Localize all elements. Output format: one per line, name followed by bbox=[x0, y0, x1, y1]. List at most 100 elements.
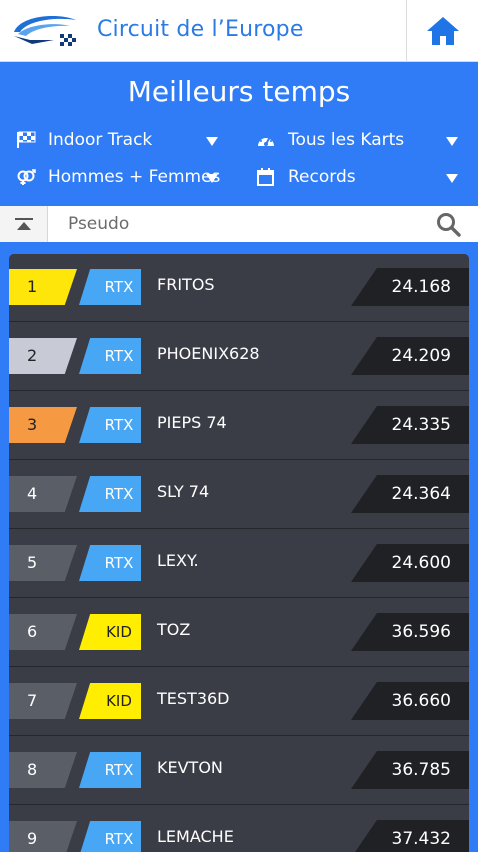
kart-type: RTX bbox=[104, 278, 134, 296]
chevron-down-icon bbox=[206, 174, 218, 183]
rank-number: 3 bbox=[27, 415, 38, 434]
filter-gender-label: Hommes + Femmes bbox=[48, 167, 221, 187]
filter-period[interactable]: Records bbox=[256, 163, 462, 191]
kart-badge: RTX bbox=[79, 269, 141, 305]
kart-badge: KID bbox=[79, 614, 141, 650]
kart-type: RTX bbox=[104, 830, 134, 848]
filter-kart[interactable]: Tous les Karts bbox=[256, 126, 462, 154]
filters-panel: Meilleurs temps Indoor Track Tous les Ka… bbox=[0, 62, 478, 206]
kart-badge: KID bbox=[79, 683, 141, 719]
lap-time: 36.596 bbox=[391, 622, 451, 642]
rank-number: 6 bbox=[27, 622, 38, 641]
player-name: TOZ bbox=[157, 620, 191, 639]
lap-time-badge: 24.335 bbox=[351, 406, 469, 444]
rank-number: 7 bbox=[27, 691, 38, 710]
collapse-up-icon bbox=[14, 218, 33, 230]
player-name: SLY 74 bbox=[157, 482, 210, 501]
table-row[interactable]: 1 RTX FRITOS 24.168 bbox=[9, 254, 469, 322]
rank-badge: 6 bbox=[9, 614, 77, 650]
kart-type: KID bbox=[106, 692, 132, 710]
lap-time: 36.785 bbox=[391, 760, 451, 780]
player-name: FRITOS bbox=[157, 275, 215, 294]
kart-badge: RTX bbox=[79, 752, 141, 788]
lap-time: 24.168 bbox=[391, 277, 451, 297]
rank-number: 5 bbox=[27, 553, 38, 572]
app-title: Circuit de l’Europe bbox=[97, 17, 304, 42]
lap-time-badge: 36.660 bbox=[351, 682, 469, 720]
page-title: Meilleurs temps bbox=[127, 75, 351, 108]
rank-number: 2 bbox=[27, 346, 38, 365]
search-bar bbox=[0, 206, 478, 242]
lap-time: 24.335 bbox=[391, 415, 451, 435]
player-name: LEXY. bbox=[157, 551, 199, 570]
lap-time-badge: 36.596 bbox=[351, 613, 469, 651]
filter-track[interactable]: Indoor Track bbox=[16, 126, 222, 154]
rank-badge: 2 bbox=[9, 338, 77, 374]
player-name: PHOENIX628 bbox=[157, 344, 260, 363]
rank-badge: 5 bbox=[9, 545, 77, 581]
player-name: TEST36D bbox=[157, 689, 230, 708]
kart-type: KID bbox=[106, 623, 132, 641]
rank-number: 1 bbox=[27, 277, 38, 296]
lap-time-badge: 24.364 bbox=[351, 475, 469, 513]
rank-badge: 1 bbox=[9, 269, 77, 305]
rank-number: 9 bbox=[27, 829, 38, 848]
kart-type: RTX bbox=[104, 485, 134, 503]
search-icon[interactable] bbox=[436, 212, 462, 238]
lap-time-badge: 37.432 bbox=[351, 820, 469, 852]
filter-kart-label: Tous les Karts bbox=[288, 130, 405, 150]
rank-badge: 7 bbox=[9, 683, 77, 719]
table-row[interactable]: 3 RTX PIEPS 74 24.335 bbox=[9, 392, 469, 460]
table-row[interactable]: 8 RTX KEVTON 36.785 bbox=[9, 737, 469, 805]
kart-badge: RTX bbox=[79, 476, 141, 512]
lap-time: 24.209 bbox=[391, 346, 451, 366]
lap-time-badge: 24.600 bbox=[351, 544, 469, 582]
kart-type: RTX bbox=[104, 416, 134, 434]
lap-time: 37.432 bbox=[391, 829, 451, 849]
home-icon bbox=[426, 17, 459, 45]
player-name: PIEPS 74 bbox=[157, 413, 227, 432]
chevron-down-icon bbox=[446, 174, 458, 183]
kart-badge: RTX bbox=[79, 407, 141, 443]
kart-type: RTX bbox=[104, 554, 134, 572]
lap-time-badge: 36.785 bbox=[351, 751, 469, 789]
table-row[interactable]: 2 RTX PHOENIX628 24.209 bbox=[9, 323, 469, 391]
calendar-icon bbox=[257, 168, 274, 186]
speedometer-icon bbox=[258, 136, 274, 146]
filter-gender[interactable]: Hommes + Femmes bbox=[16, 163, 222, 191]
rank-number: 4 bbox=[27, 484, 38, 503]
search-input[interactable] bbox=[58, 210, 428, 238]
table-row[interactable]: 5 RTX LEXY. 24.600 bbox=[9, 530, 469, 598]
table-row[interactable]: 6 KID TOZ 36.596 bbox=[9, 599, 469, 667]
chevron-down-icon bbox=[206, 137, 218, 146]
table-row[interactable]: 4 RTX SLY 74 24.364 bbox=[9, 461, 469, 529]
rank-badge: 3 bbox=[9, 407, 77, 443]
circuit-logo-icon[interactable] bbox=[10, 10, 84, 50]
collapse-button[interactable] bbox=[0, 206, 48, 242]
lap-time: 24.600 bbox=[391, 553, 451, 573]
lap-time-badge: 24.209 bbox=[351, 337, 469, 375]
gender-icon bbox=[17, 169, 36, 185]
chevron-down-icon bbox=[446, 137, 458, 146]
player-name: KEVTON bbox=[157, 758, 223, 777]
kart-type: RTX bbox=[104, 347, 134, 365]
app-header: Circuit de l’Europe bbox=[0, 0, 478, 62]
kart-badge: RTX bbox=[79, 338, 141, 374]
rank-badge: 4 bbox=[9, 476, 77, 512]
player-name: LEMACHE bbox=[157, 827, 234, 846]
rank-number: 8 bbox=[27, 760, 38, 779]
checkered-flag-icon bbox=[17, 131, 36, 148]
lap-time: 24.364 bbox=[391, 484, 451, 504]
lap-time-badge: 24.168 bbox=[351, 268, 469, 306]
filter-track-label: Indoor Track bbox=[48, 130, 153, 150]
kart-badge: RTX bbox=[79, 821, 141, 852]
leaderboard: 1 RTX FRITOS 24.168 2 RTX PHOENIX628 24.… bbox=[9, 254, 469, 852]
home-button[interactable] bbox=[406, 0, 478, 62]
kart-badge: RTX bbox=[79, 545, 141, 581]
kart-type: RTX bbox=[104, 761, 134, 779]
lap-time: 36.660 bbox=[391, 691, 451, 711]
rank-badge: 8 bbox=[9, 752, 77, 788]
table-row[interactable]: 9 RTX LEMACHE 37.432 bbox=[9, 806, 469, 852]
rank-badge: 9 bbox=[9, 821, 77, 852]
table-row[interactable]: 7 KID TEST36D 36.660 bbox=[9, 668, 469, 736]
